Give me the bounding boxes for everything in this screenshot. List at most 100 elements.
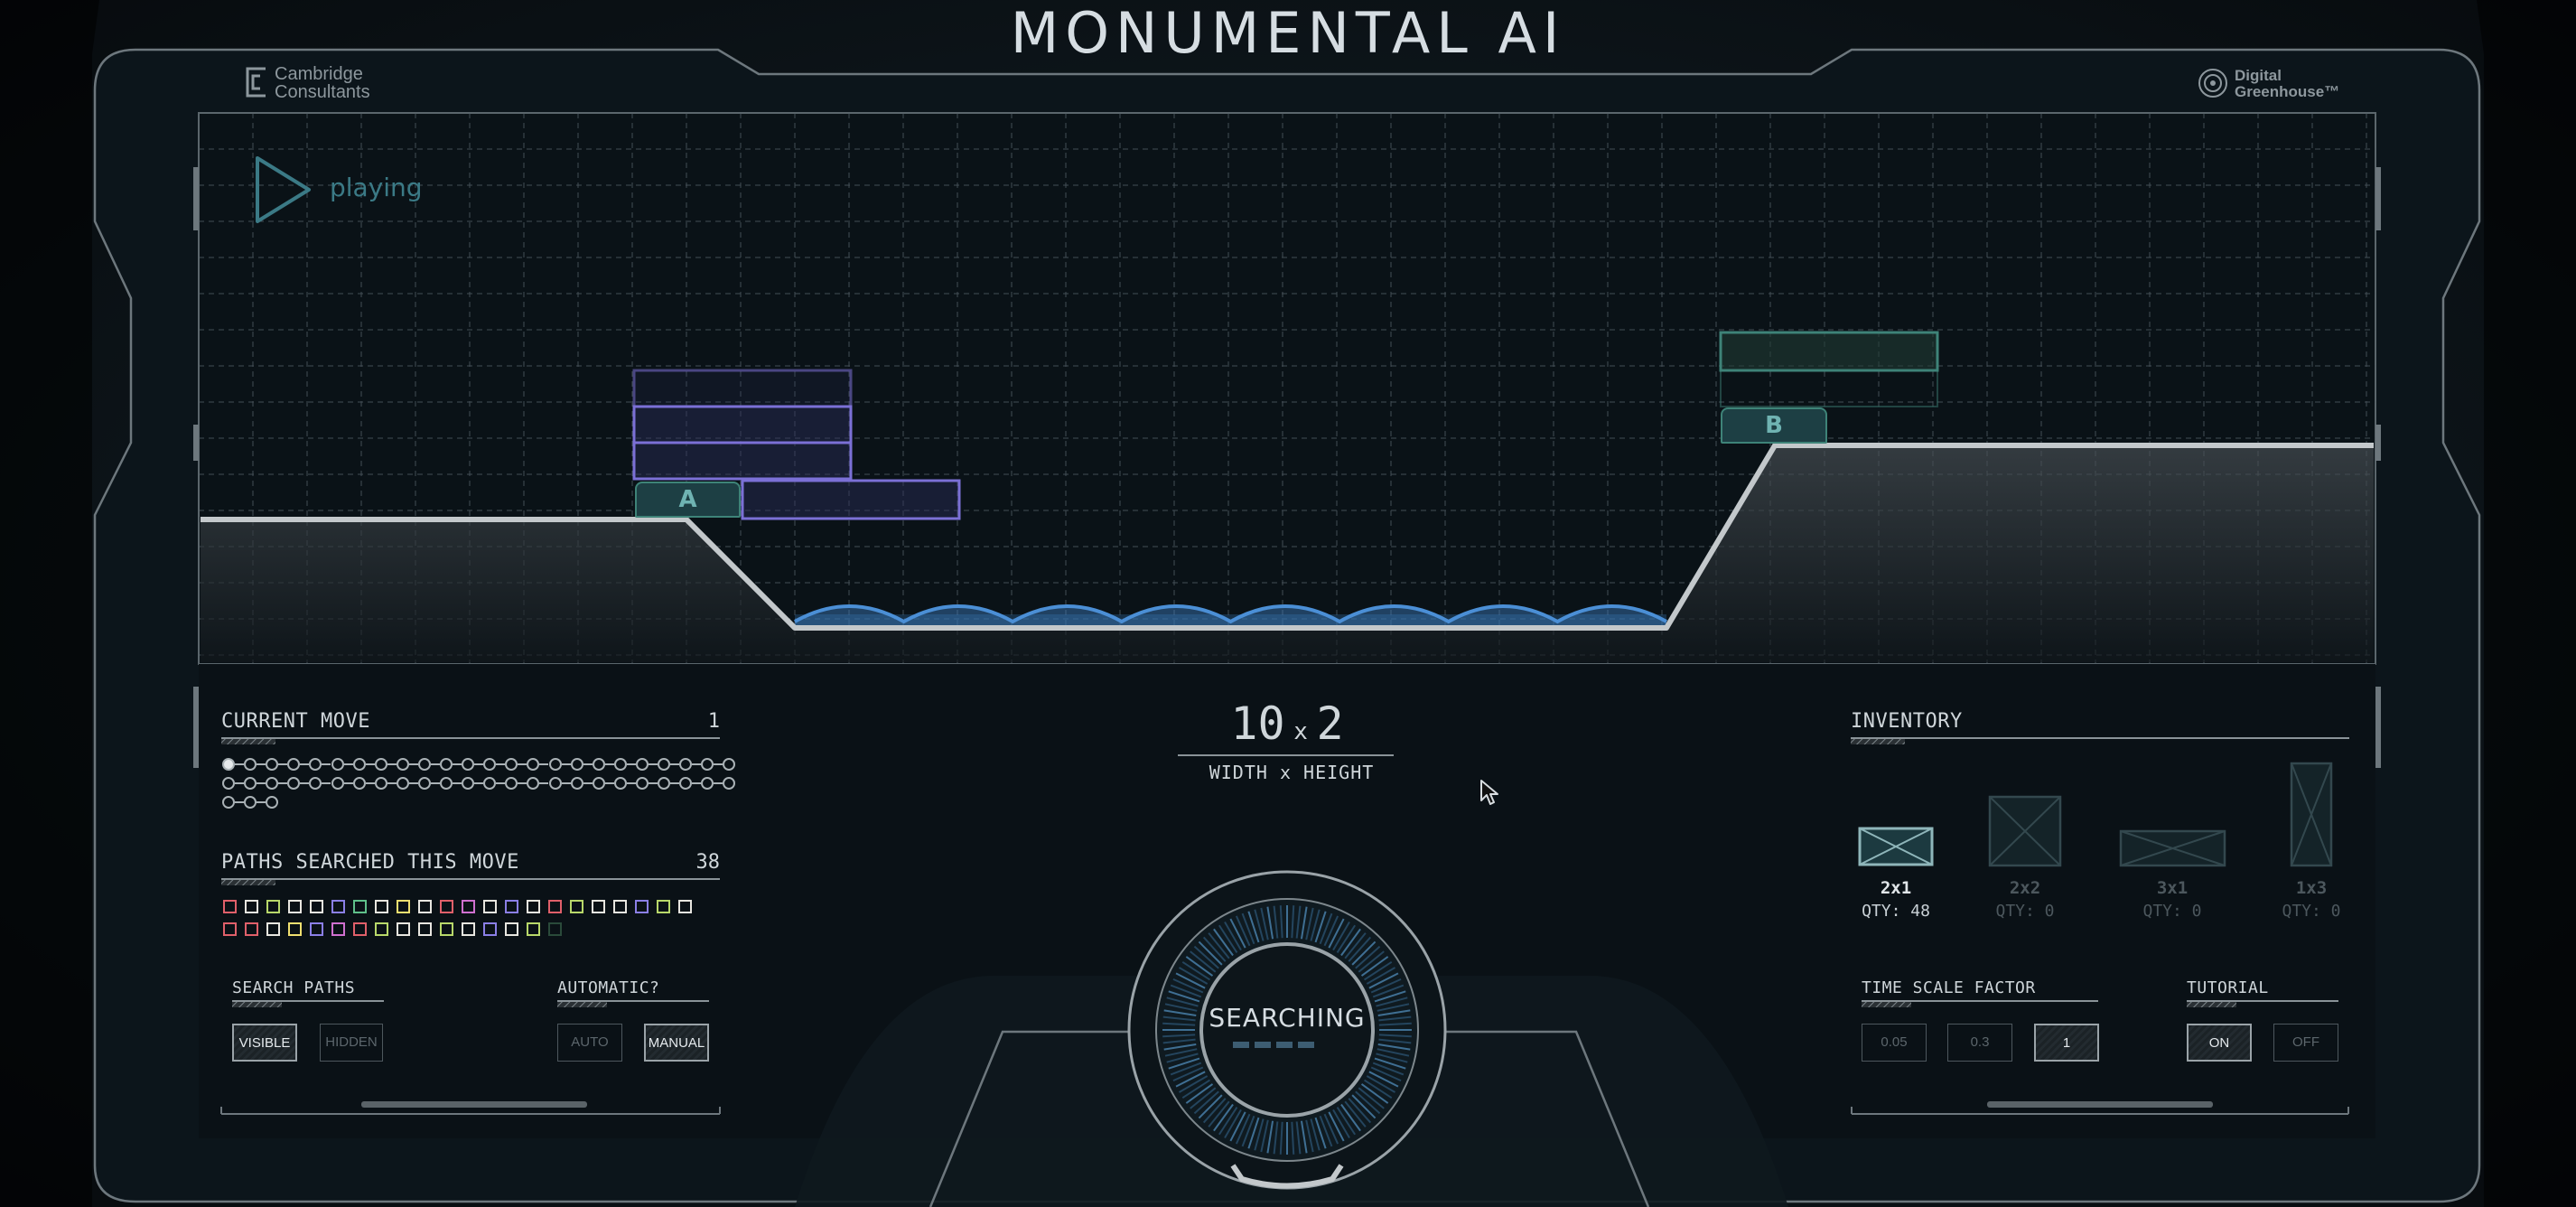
path-square [310, 900, 323, 913]
move-dot [287, 758, 301, 771]
move-dot [462, 758, 475, 771]
paths-searched-underline [221, 878, 720, 885]
move-dot [483, 777, 497, 790]
inventory-label: INVENTORY [1851, 710, 1963, 733]
path-square [462, 922, 475, 936]
time-scale-0.05-button[interactable]: 0.05 [1862, 1024, 1927, 1062]
tutorial-on-button[interactable]: ON [2187, 1024, 2252, 1062]
move-dot [440, 758, 453, 771]
block-3x1-icon [2119, 829, 2226, 867]
paths-searched-label: PATHS SEARCHED THIS MOVE [221, 851, 519, 874]
time-scale-underline [1862, 1000, 2098, 1007]
current-move-value: 1 [707, 710, 720, 733]
digital-greenhouse-logo: Digital Greenhouse™ [2197, 63, 2341, 103]
move-dot [679, 777, 693, 790]
move-dot-connector [387, 763, 397, 765]
path-square [353, 900, 367, 913]
move-dot [374, 758, 387, 771]
move-dot-connector [235, 782, 245, 784]
move-dot-connector [365, 782, 375, 784]
move-dot-connector [670, 782, 680, 784]
move-dot-connector [322, 763, 331, 765]
move-dot [331, 777, 344, 790]
path-block [741, 479, 961, 520]
dg-logo-icon [2198, 69, 2227, 98]
move-progress-dots [222, 758, 736, 819]
move-dot-connector [257, 763, 266, 765]
goal-marker-label: B [1765, 412, 1783, 439]
move-dot-connector [474, 763, 484, 765]
move-dot-connector [235, 763, 245, 765]
inventory-item-2x1[interactable]: 2x1 QTY: 48 [1852, 759, 1942, 931]
move-dot [374, 777, 387, 790]
move-dot-connector [453, 782, 462, 784]
play-icon [256, 156, 311, 223]
path-square [657, 900, 670, 913]
search-paths-visible-button[interactable]: VISIBLE [232, 1024, 297, 1062]
current-move-underline [221, 737, 720, 744]
tutorial-off-button[interactable]: OFF [2273, 1024, 2338, 1062]
inventory-item-2x2[interactable]: 2x2 QTY: 0 [1987, 759, 2077, 931]
move-dot-connector [300, 763, 310, 765]
inventory-item-1x3[interactable]: 1x3 QTY: 0 [2276, 759, 2348, 931]
inventory-item-3x1[interactable]: 3x1 QTY: 0 [2118, 759, 2235, 931]
inventory-item-size: 3x1 [2156, 878, 2189, 898]
move-dot [527, 758, 540, 771]
path-square [331, 900, 345, 913]
play-button[interactable] [253, 154, 316, 226]
move-dot [548, 777, 562, 790]
tutorial-label: TUTORIAL [2187, 978, 2269, 997]
cc-logo-icon [246, 67, 266, 98]
move-dot [635, 777, 649, 790]
move-dot-connector [518, 763, 527, 765]
inventory-underline [1851, 737, 2349, 744]
block-2x2-icon [1988, 795, 2062, 867]
path-square [266, 900, 280, 913]
goal-block-ghost [1720, 370, 1938, 407]
current-move-label: CURRENT MOVE [221, 710, 370, 733]
move-dot [417, 777, 431, 790]
time-scale-label: TIME SCALE FACTOR [1862, 978, 2036, 997]
move-dot-connector [583, 763, 593, 765]
move-dot [483, 758, 497, 771]
automatic-auto-button[interactable]: AUTO [557, 1024, 622, 1062]
time-scale-1-button[interactable]: 1 [2034, 1024, 2099, 1062]
search-paths-hidden-button[interactable]: HIDDEN [320, 1024, 383, 1062]
block-width: 10 [1230, 697, 1285, 750]
move-dot [635, 758, 649, 771]
move-dot-connector [561, 782, 571, 784]
move-dot [396, 758, 409, 771]
move-dot [505, 777, 518, 790]
path-square [353, 922, 367, 936]
move-dot [266, 758, 279, 771]
move-dot-connector [583, 782, 593, 784]
status-progress-dashes [1233, 1042, 1341, 1049]
start-marker: A [635, 482, 741, 518]
move-dot-connector [474, 782, 484, 784]
move-dot [570, 777, 583, 790]
move-dot-connector [257, 782, 266, 784]
time-scale-0.3-button[interactable]: 0.3 [1947, 1024, 2012, 1062]
move-dot-connector [539, 782, 549, 784]
cc-logo-line2: Consultants [275, 82, 370, 102]
path-square [527, 922, 540, 936]
move-dot [244, 777, 257, 790]
move-dot-connector [648, 763, 658, 765]
goal-block [1719, 331, 1939, 372]
cc-logo-line1: Cambridge [275, 64, 363, 84]
move-dot [331, 758, 344, 771]
move-dot-connector [235, 801, 245, 803]
path-square [440, 922, 453, 936]
move-dot [396, 777, 409, 790]
path-block [632, 441, 853, 481]
path-square [592, 900, 605, 913]
play-status: playing [330, 173, 423, 202]
path-square [570, 900, 583, 913]
move-dot [440, 777, 453, 790]
move-dot-connector [408, 782, 418, 784]
path-square [288, 922, 302, 936]
path-square [397, 922, 410, 936]
automatic-manual-button[interactable]: MANUAL [644, 1024, 709, 1062]
move-dot [222, 796, 235, 809]
move-dot-connector [626, 782, 636, 784]
